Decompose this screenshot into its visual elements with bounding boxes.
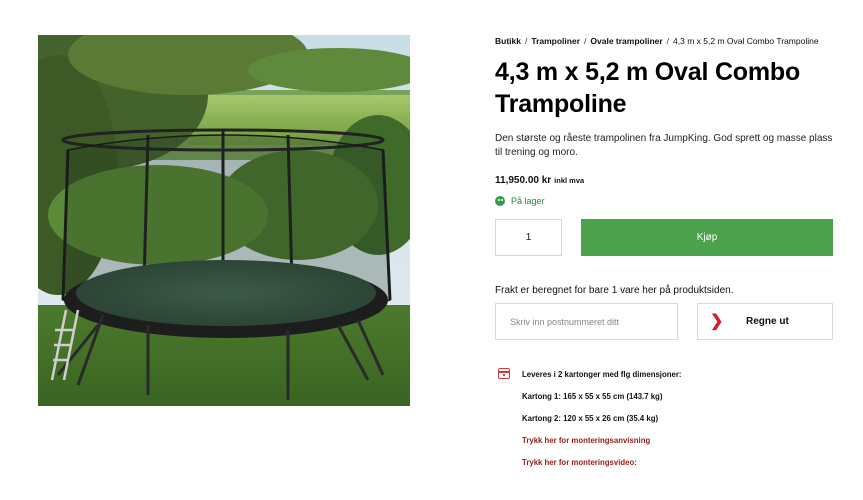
calculate-shipping-button[interactable]: ❯ Regne ut <box>697 303 833 340</box>
postcode-input[interactable]: Skriv inn postnummeret ditt <box>495 303 678 340</box>
breadcrumb-item-butikk[interactable]: Butikk <box>495 36 521 46</box>
breadcrumb-item-trampoliner[interactable]: Trampoliner <box>531 36 580 46</box>
product-description: Den største og råeste trampolinen fra Ju… <box>495 133 833 158</box>
delivery-heading: Leveres i 2 kartonger med flg dimensjone… <box>522 370 682 379</box>
product-image[interactable] <box>38 35 410 406</box>
stock-label: På lager <box>511 196 545 206</box>
vat-note: inkl mva <box>554 176 585 185</box>
calendar-box-icon <box>498 368 510 379</box>
breadcrumb-separator: / <box>524 36 528 46</box>
product-title: 4,3 m x 5,2 m Oval Combo Trampoline <box>495 58 801 118</box>
breadcrumb-item-ovale-trampoliner[interactable]: Ovale trampoliner <box>590 36 662 46</box>
buy-button[interactable]: Kjøp <box>581 219 833 256</box>
trampoline-photo <box>38 35 410 406</box>
breadcrumb-separator: / <box>666 36 670 46</box>
assembly-instructions-link[interactable]: Trykk her for monteringsanvisning <box>522 436 650 445</box>
shipping-note: Frakt er beregnet for bare 1 vare her på… <box>495 285 734 296</box>
delivery-box-1: Kartong 1: 165 x 55 x 55 cm (143.7 kg) <box>522 392 663 401</box>
assembly-video-link[interactable]: Trykk her for monteringsvideo: <box>522 458 637 467</box>
chevron-right-icon: ❯ <box>710 312 724 330</box>
smile-circle-icon <box>495 196 505 206</box>
breadcrumb-separator: / <box>584 36 587 46</box>
breadcrumb: Butikk / Trampoliner / Ovale trampoliner/4,3… <box>495 36 819 46</box>
breadcrumb-item-current: 4,3 m x 5,2 m Oval Combo Trampoline <box>673 36 819 46</box>
quantity-input[interactable]: 1 <box>495 219 562 256</box>
stock-status: På lager <box>495 196 545 206</box>
product-price: 11,950.00 kr inkl mva <box>495 175 584 186</box>
calculate-label: Regne ut <box>746 316 789 327</box>
delivery-box-2: Kartong 2: 120 x 55 x 26 cm (35.4 kg) <box>522 414 659 423</box>
price-value: 11,950.00 kr <box>495 175 552 186</box>
